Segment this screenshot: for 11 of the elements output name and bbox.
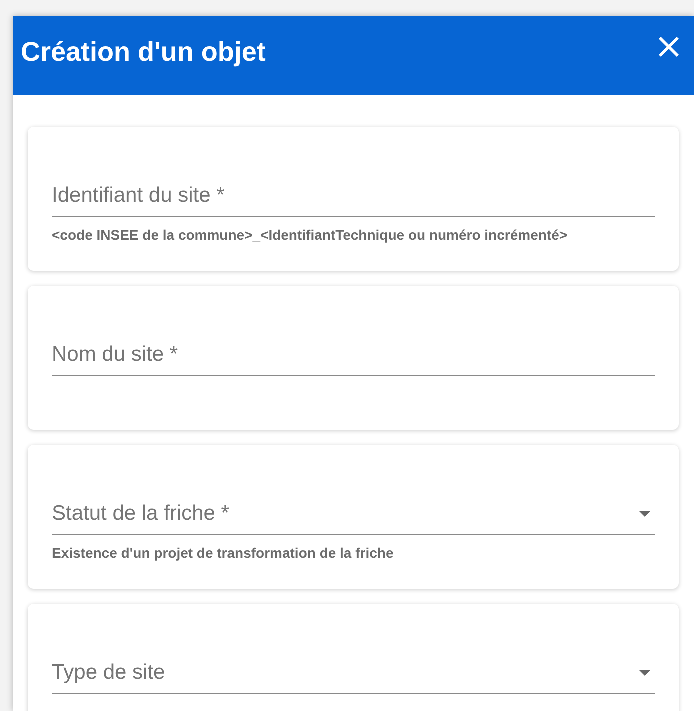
dropdown-caret-icon: [639, 510, 651, 516]
select-field[interactable]: Statut de la friche *: [52, 493, 655, 535]
select-field[interactable]: Type de site: [52, 652, 655, 694]
helper-text: Existence d'un projet de transformation de la friche: [52, 545, 395, 562]
close-button[interactable]: [658, 36, 680, 58]
dialog-title: Création d'un objet: [21, 36, 266, 69]
input-field[interactable]: Identifiant du site *: [52, 175, 655, 217]
dropdown-caret-icon: [639, 670, 651, 676]
input-field[interactable]: Nom du site *: [52, 334, 655, 376]
close-icon: [658, 36, 680, 58]
helper-text: <code INSEE de la commune>_<IdentifiantTechnique ou numéro incrémenté>: [52, 227, 569, 244]
